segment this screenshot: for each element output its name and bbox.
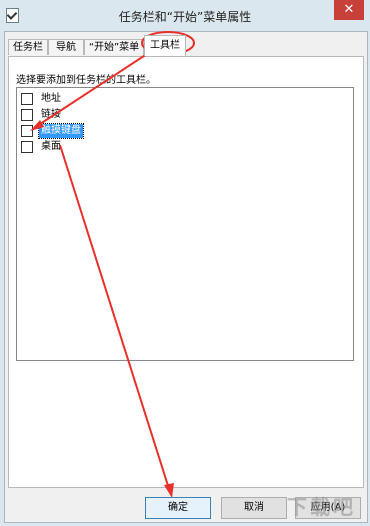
list-item-label: 地址 [41,93,61,104]
address-checkbox[interactable] [21,93,33,105]
toolbar-list[interactable]: 地址 链接 触摸键盘 桌面 [16,87,354,361]
list-item-touch-keyboard[interactable]: 触摸键盘 [21,123,84,139]
list-item-label: 链接 [41,109,61,120]
tab-taskbar[interactable]: 任务栏 [8,39,48,55]
dialog-body: 任务栏 导航 “开始”菜单 工具栏 选择要添加到任务栏的工具栏。 地址 链接 触… [4,31,368,523]
list-item-links[interactable]: 链接 [21,108,63,122]
list-item-label: 触摸键盘 [38,123,84,139]
links-checkbox[interactable] [21,109,33,121]
tab-navigation[interactable]: 导航 [48,39,84,55]
list-item-desktop[interactable]: 桌面 [21,140,63,154]
ok-button[interactable]: 确定 [145,497,211,519]
tab-toolbars[interactable]: 工具栏 [144,35,186,56]
touch-keyboard-checkbox[interactable] [21,125,33,137]
list-item-address[interactable]: 地址 [21,92,63,106]
tab-start-menu[interactable]: “开始”菜单 [84,39,144,55]
toolbars-panel: 选择要添加到任务栏的工具栏。 地址 链接 触摸键盘 桌面 [8,56,364,488]
list-item-label: 桌面 [41,141,61,152]
instruction-text: 选择要添加到任务栏的工具栏。 [16,75,156,86]
watermark-logo: 下载吧 [287,495,356,519]
close-button[interactable]: ✕ [334,0,364,20]
cancel-button[interactable]: 取消 [221,497,287,519]
title-bar: 任务栏和“开始”菜单属性 ✕ [0,0,370,30]
desktop-checkbox[interactable] [21,141,33,153]
window-title: 任务栏和“开始”菜单属性 [118,10,252,24]
